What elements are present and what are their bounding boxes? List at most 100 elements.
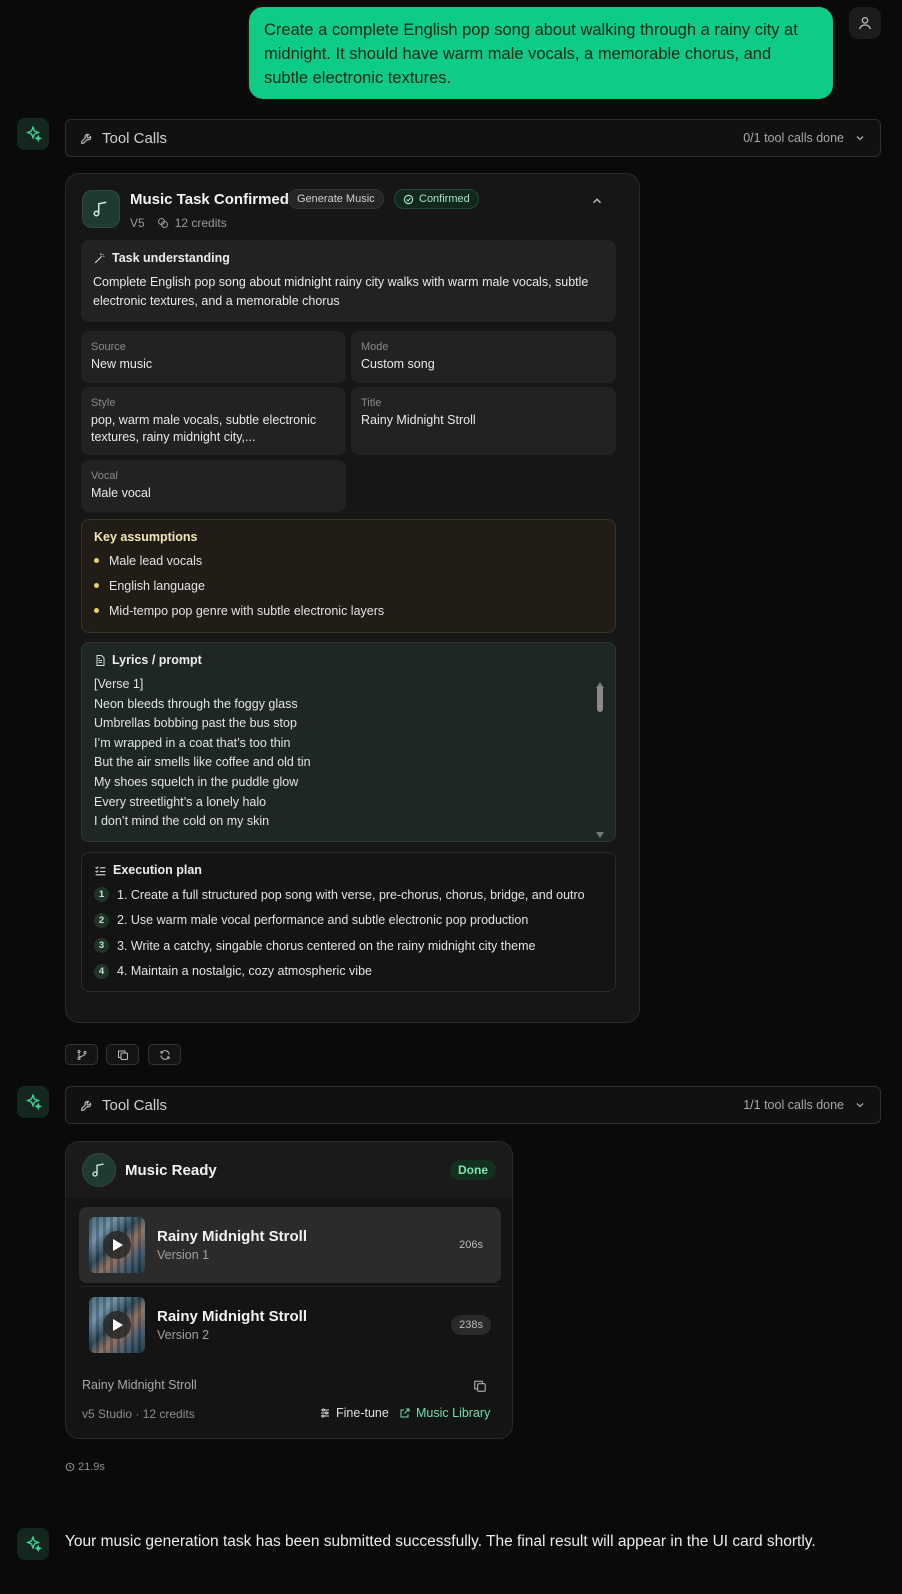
scrollbar-thumb[interactable] — [597, 686, 603, 712]
vocal-field: Vocal Male vocal — [81, 460, 346, 512]
lyric-line: Every streetlight’s a lonely halo — [94, 794, 267, 809]
execution-plan-title: Execution plan — [113, 863, 202, 877]
title-label: Title — [361, 397, 382, 409]
track-cover — [89, 1297, 145, 1353]
wrench-icon — [81, 133, 92, 144]
track-row[interactable]: Rainy Midnight Stroll Version 2 238s — [79, 1287, 501, 1363]
collapse-button[interactable] — [590, 194, 604, 213]
sparkles-icon — [25, 125, 42, 143]
task-card-meta: V5 12 credits — [130, 216, 227, 230]
style-label: Style — [91, 397, 116, 409]
assistant-message: Your music generation task has been subm… — [65, 1533, 816, 1550]
assistant-avatar — [17, 1086, 49, 1118]
step-text: 3. Write a catchy, singable chorus cente… — [117, 938, 536, 953]
task-understanding-title: Task understanding — [112, 251, 230, 265]
mode-field: Mode Custom song — [351, 331, 616, 383]
song-name: Rainy Midnight Stroll — [82, 1378, 197, 1392]
generate-music-chip-label: Generate Music — [297, 193, 375, 205]
task-understanding-heading: Task understanding — [93, 251, 604, 265]
chevron-down-icon — [856, 136, 864, 141]
wrench-icon — [81, 1100, 92, 1111]
music-library-link[interactable]: Music Library — [399, 1406, 490, 1420]
sliders-icon — [321, 1408, 329, 1418]
mode-label: Mode — [361, 341, 389, 353]
task-understanding-panel: Task understanding Complete English pop … — [81, 240, 616, 322]
model-version: V5 — [130, 216, 145, 230]
track-version: Version 2 — [157, 1328, 210, 1342]
tool-calls-count: 1/1 tool calls done — [743, 1098, 844, 1112]
lyric-line: [Verse 1] — [94, 677, 144, 691]
music-note-icon-box — [82, 190, 120, 228]
confirmed-chip-label: Confirmed — [419, 193, 470, 205]
external-link-icon — [400, 1408, 410, 1418]
mode-value: Custom song — [361, 357, 435, 371]
status-badge: Done — [450, 1160, 496, 1180]
fine-tune-label: Fine-tune — [336, 1406, 389, 1420]
music-task-card: Music Task Confirmed Generate Music Conf… — [65, 173, 640, 1023]
branch-button[interactable] — [65, 1044, 98, 1065]
assumptions-list: Male lead vocals English language Mid-te… — [94, 548, 603, 623]
chevron-down-icon — [856, 1103, 864, 1108]
key-assumptions-title: Key assumptions — [94, 530, 198, 544]
assumption-item: Male lead vocals — [94, 548, 603, 573]
step-text: 1. Create a full structured pop song wit… — [117, 887, 585, 902]
copy-icon — [474, 1380, 486, 1392]
checklist-icon — [95, 865, 106, 875]
bullet-icon — [94, 608, 99, 613]
copy-button[interactable] — [106, 1044, 139, 1065]
track-info: Rainy Midnight Stroll Version 2 — [157, 1308, 451, 1342]
play-button[interactable] — [103, 1311, 131, 1339]
tool-calls-label: Tool Calls — [102, 1096, 168, 1114]
user-avatar[interactable] — [849, 7, 881, 39]
plan-step: 3 3. Write a catchy, singable chorus cent… — [94, 933, 603, 959]
key-assumptions-panel: Key assumptions Male lead vocals English… — [81, 519, 616, 633]
style-field: Style pop, warm male vocals, subtle elec… — [81, 387, 346, 455]
lyrics-title: Lyrics / prompt — [112, 653, 202, 667]
title-field: Title Rainy Midnight Stroll — [351, 387, 616, 455]
scroll-down-arrow[interactable] — [596, 825, 604, 843]
style-value: pop, warm male vocals, subtle electronic… — [91, 413, 317, 444]
lyrics-panel[interactable]: Lyrics / prompt [Verse 1] Neon bleeds th… — [81, 642, 616, 842]
check-circle-icon — [403, 194, 414, 204]
plan-step: 1 1. Create a full structured pop song wi… — [94, 882, 603, 908]
source-field: Source New music — [81, 331, 346, 383]
copy-song-button[interactable] — [473, 1379, 487, 1398]
music-note-icon — [92, 1163, 104, 1177]
elapsed-time: 21.9s — [65, 1461, 105, 1473]
fine-tune-link[interactable]: Fine-tune — [319, 1406, 389, 1420]
lyric-line: I don’t mind the cold on my skin — [94, 814, 270, 829]
lyric-line: But the air smells like coffee and old t… — [94, 755, 311, 770]
lyric-line: Neon bleeds through the foggy glass — [94, 696, 298, 711]
bullet-icon — [94, 558, 99, 563]
track-cover — [89, 1217, 145, 1273]
step-number: 2 — [94, 912, 109, 928]
tool-calls-toggle[interactable]: Tool Calls 1/1 tool calls done — [65, 1086, 881, 1124]
plan-step: 4 4. Maintain a nostalgic, cozy atmospher… — [94, 959, 603, 985]
execution-plan-panel: Execution plan 1 1. Create a full structu… — [81, 852, 616, 992]
lyrics-text: [Verse 1] Neon bleeds through the foggy … — [94, 675, 603, 832]
assumption-text: English language — [109, 578, 205, 593]
clock-icon — [65, 1462, 75, 1472]
generate-music-chip: Generate Music — [288, 189, 384, 209]
track-info: Rainy Midnight Stroll Version 1 — [157, 1228, 451, 1262]
step-number: 1 — [94, 887, 109, 903]
tool-calls-label: Tool Calls — [102, 129, 168, 147]
tool-calls-count: 0/1 tool calls done — [743, 131, 844, 145]
lyric-line: I’m wrapped in a coat that’s too thin — [94, 735, 291, 750]
play-button[interactable] — [103, 1231, 131, 1259]
lyric-line: Umbrellas bobbing past the bus stop — [94, 716, 297, 731]
regenerate-button[interactable] — [148, 1044, 181, 1065]
track-row[interactable]: Rainy Midnight Stroll Version 1 206s — [79, 1207, 501, 1283]
music-ready-card: Music Ready Done Rainy Midnight Stroll V… — [65, 1141, 513, 1439]
source-value: New music — [91, 357, 153, 371]
title-value: Rainy Midnight Stroll — [361, 413, 476, 427]
tool-calls-toggle[interactable]: Tool Calls 0/1 tool calls done — [65, 119, 881, 157]
triangle-down-icon — [596, 832, 604, 838]
user-message-text: Create a complete English pop song about… — [264, 21, 798, 87]
track-version: Version 1 — [157, 1248, 210, 1262]
assumption-item: Mid-tempo pop genre with subtle electron… — [94, 598, 603, 623]
music-ready-header: Music Ready Done — [66, 1142, 512, 1198]
play-icon — [112, 1239, 123, 1251]
step-text: 4. Maintain a nostalgic, cozy atmospheri… — [117, 964, 372, 979]
lyric-line: My shoes squelch in the puddle glow — [94, 774, 299, 789]
